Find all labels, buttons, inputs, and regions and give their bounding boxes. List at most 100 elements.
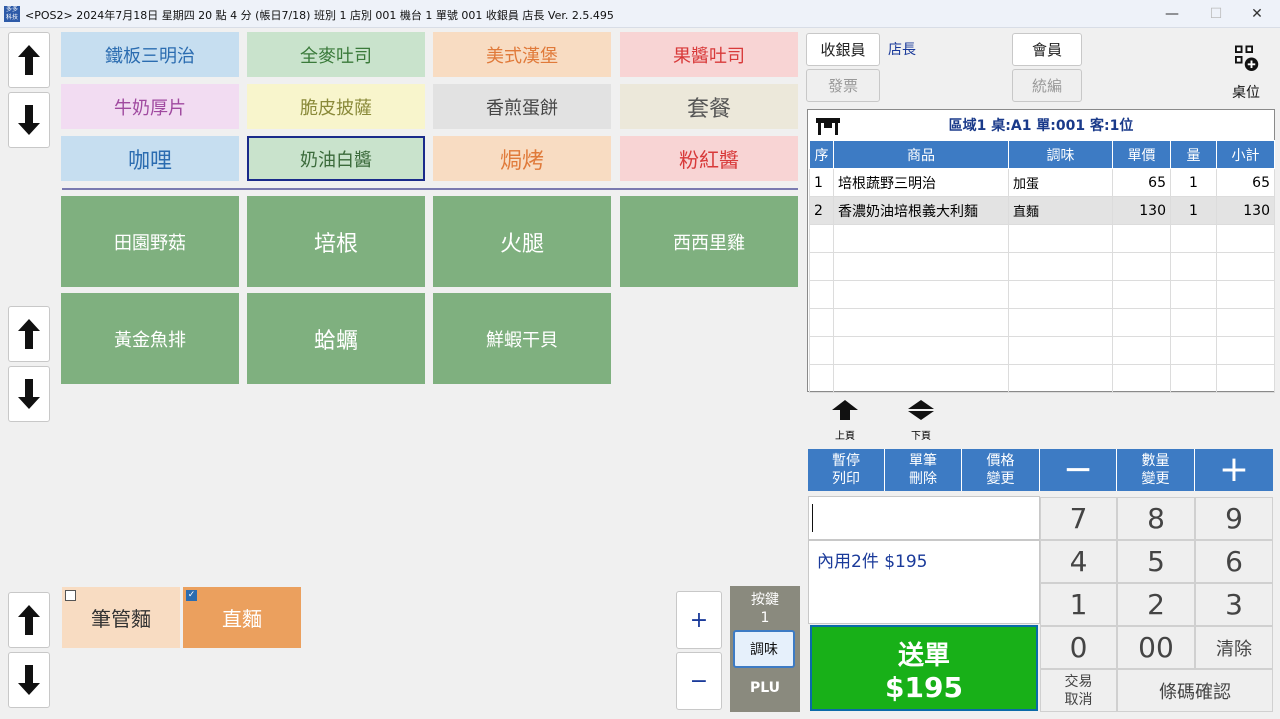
arrow-down-icon bbox=[18, 105, 40, 135]
spaghetti-checkbox[interactable]: ✓ bbox=[186, 590, 197, 601]
divider bbox=[62, 188, 798, 190]
col-no: 序 bbox=[809, 140, 834, 169]
summary-text: 內用2件 $195 bbox=[817, 552, 928, 572]
table-row-empty bbox=[809, 280, 1275, 309]
arrow-up-icon bbox=[18, 605, 40, 635]
category-button[interactable]: 全麥吐司 bbox=[247, 32, 425, 77]
item-button[interactable]: 黃金魚排 bbox=[61, 293, 239, 384]
invoice-button[interactable]: 發票 bbox=[806, 69, 880, 102]
arrow-up-icon bbox=[18, 45, 40, 75]
item-button[interactable]: 培根 bbox=[247, 196, 425, 287]
qty-change-button[interactable]: 數量 變更 bbox=[1117, 449, 1195, 491]
option-up-button[interactable] bbox=[8, 592, 50, 648]
key-00[interactable]: 00 bbox=[1117, 626, 1195, 669]
key-1[interactable]: 1 bbox=[1040, 583, 1117, 626]
option-down-button[interactable] bbox=[8, 652, 50, 708]
key-4[interactable]: 4 bbox=[1040, 540, 1117, 583]
close-button[interactable]: ✕ bbox=[1237, 3, 1277, 25]
qty-plus-button[interactable]: + bbox=[676, 591, 722, 649]
next-page-label: 下頁 bbox=[911, 431, 931, 442]
tax-id-button[interactable]: 統編 bbox=[1012, 69, 1082, 102]
price-change-button[interactable]: 價格 變更 bbox=[962, 449, 1040, 491]
pause-print-button[interactable]: 暫停 列印 bbox=[808, 449, 885, 491]
table-row-empty bbox=[809, 224, 1275, 253]
category-button[interactable]: 脆皮披薩 bbox=[247, 84, 425, 129]
category-button[interactable]: 粉紅醬 bbox=[620, 136, 798, 181]
table-row-empty bbox=[809, 308, 1275, 337]
item-up-button[interactable] bbox=[8, 306, 50, 362]
item-button[interactable]: 蛤蠣 bbox=[247, 293, 425, 384]
prev-page-button[interactable]: 上頁 bbox=[826, 398, 864, 442]
cancel-transaction-button[interactable]: 交易 取消 bbox=[1040, 669, 1117, 712]
key-5[interactable]: 5 bbox=[1117, 540, 1195, 583]
order-header-text: 區域1 桌:A1 單:001 客:1位 bbox=[948, 118, 1134, 134]
qty-minus-button[interactable]: − bbox=[676, 652, 722, 710]
order-table: 序 商品 調味 單價 量 小計 1 培根蔬野三明治 加蛋 65 1 65 2 香… bbox=[809, 140, 1275, 393]
delete-item-button[interactable]: 單筆 刪除 bbox=[885, 449, 962, 491]
key-3[interactable]: 3 bbox=[1195, 583, 1273, 626]
option-spaghetti[interactable]: ✓ 直麵 bbox=[183, 587, 301, 648]
cell-season: 直麵 bbox=[1008, 196, 1113, 225]
key-6[interactable]: 6 bbox=[1195, 540, 1273, 583]
penne-checkbox[interactable] bbox=[65, 590, 76, 601]
item-button[interactable]: 鮮蝦干貝 bbox=[433, 293, 611, 384]
key-2[interactable]: 2 bbox=[1117, 583, 1195, 626]
category-button[interactable]: 焗烤 bbox=[433, 136, 611, 181]
col-name: 商品 bbox=[833, 140, 1009, 169]
page-up-icon bbox=[832, 400, 858, 420]
key-0[interactable]: 0 bbox=[1040, 626, 1117, 669]
key-9[interactable]: 9 bbox=[1195, 497, 1273, 540]
item-button[interactable]: 火腿 bbox=[433, 196, 611, 287]
cell-no: 1 bbox=[809, 168, 834, 197]
category-down-button[interactable] bbox=[8, 92, 50, 148]
season-button[interactable]: 調味 bbox=[733, 630, 795, 668]
maximize-button[interactable]: ☐ bbox=[1196, 3, 1236, 25]
minimize-button[interactable]: — bbox=[1152, 3, 1192, 25]
plu-button[interactable]: PLU bbox=[730, 680, 800, 696]
category-button[interactable]: 牛奶厚片 bbox=[61, 84, 239, 129]
order-header: 區域1 桌:A1 單:001 客:1位 bbox=[808, 110, 1274, 140]
category-up-button[interactable] bbox=[8, 32, 50, 88]
send-order-button[interactable]: 送單 $195 bbox=[810, 625, 1038, 711]
category-button[interactable]: 咖哩 bbox=[61, 136, 239, 181]
cell-subtotal: 65 bbox=[1216, 168, 1275, 197]
order-panel: 區域1 桌:A1 單:001 客:1位 序 商品 調味 單價 量 小計 1 培根… bbox=[807, 109, 1275, 393]
table-row-empty bbox=[809, 364, 1275, 393]
category-button[interactable]: 鐵板三明治 bbox=[61, 32, 239, 77]
barcode-confirm-button[interactable]: 條碼確認 bbox=[1117, 669, 1273, 712]
key-7[interactable]: 7 bbox=[1040, 497, 1117, 540]
send-amount: $195 bbox=[885, 671, 963, 704]
next-page-button[interactable]: 下頁 bbox=[902, 398, 940, 442]
cell-qty: 1 bbox=[1170, 196, 1217, 225]
category-button[interactable]: 奶油白醬 bbox=[247, 136, 425, 181]
table-button[interactable]: 桌位 bbox=[1226, 38, 1266, 101]
member-button[interactable]: 會員 bbox=[1012, 33, 1082, 66]
col-season: 調味 bbox=[1008, 140, 1113, 169]
option-penne[interactable]: 筆管麵 bbox=[62, 587, 180, 648]
table-header-row: 序 商品 調味 單價 量 小計 bbox=[809, 140, 1275, 169]
category-button[interactable]: 套餐 bbox=[620, 84, 798, 129]
cell-season: 加蛋 bbox=[1008, 168, 1113, 197]
table-qr-icon bbox=[1235, 45, 1259, 71]
category-button[interactable]: 香煎蛋餅 bbox=[433, 84, 611, 129]
item-button[interactable]: 西西里雞 bbox=[620, 196, 798, 287]
cashier-button[interactable]: 收銀員 bbox=[806, 33, 880, 66]
page-down-icon bbox=[908, 400, 934, 420]
input-field[interactable] bbox=[808, 496, 1040, 540]
cell-name: 香濃奶油培根義大利麵 bbox=[833, 196, 1009, 225]
clear-button[interactable]: 清除 bbox=[1195, 626, 1273, 669]
key-title: 按鍵 bbox=[751, 592, 779, 608]
table-row[interactable]: 2 香濃奶油培根義大利麵 直麵 130 1 130 bbox=[809, 196, 1275, 225]
minus-button[interactable]: − bbox=[1040, 449, 1117, 491]
table-row-empty bbox=[809, 252, 1275, 281]
category-button[interactable]: 果醬吐司 bbox=[620, 32, 798, 77]
arrow-down-icon bbox=[18, 379, 40, 409]
item-button[interactable]: 田園野菇 bbox=[61, 196, 239, 287]
key-panel: 按鍵 1 調味 PLU bbox=[730, 586, 800, 712]
category-button[interactable]: 美式漢堡 bbox=[433, 32, 611, 77]
item-down-button[interactable] bbox=[8, 366, 50, 422]
table-row[interactable]: 1 培根蔬野三明治 加蛋 65 1 65 bbox=[809, 168, 1275, 197]
plus-button[interactable]: + bbox=[1195, 449, 1273, 491]
key-8[interactable]: 8 bbox=[1117, 497, 1195, 540]
summary-panel: 內用2件 $195 bbox=[808, 540, 1040, 624]
